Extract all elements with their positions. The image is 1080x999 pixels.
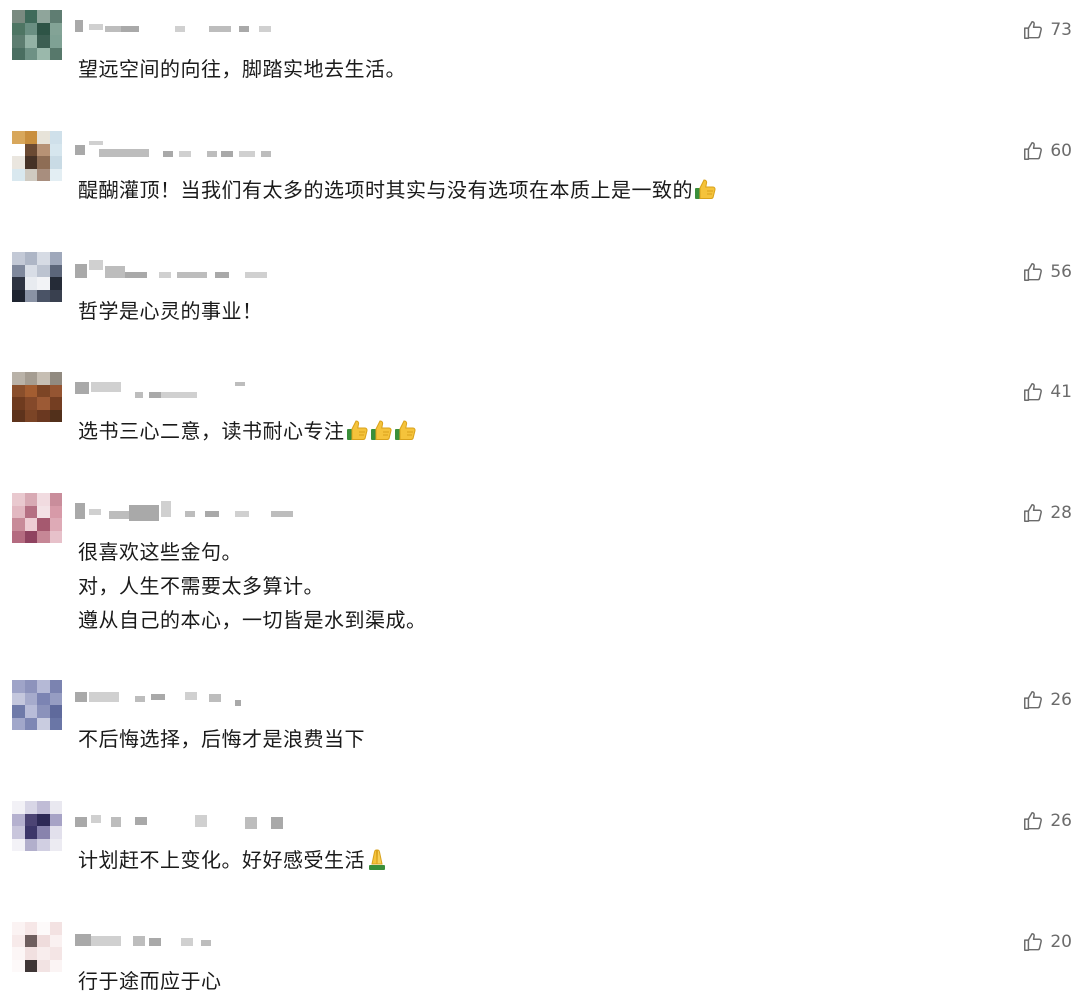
username-blurred[interactable]	[75, 497, 295, 521]
thumbs-up-emoji-icon	[393, 418, 417, 442]
avatar[interactable]	[12, 372, 62, 422]
comment-line: 哲学是心灵的事业！	[78, 299, 263, 323]
comment-text: 望远空间的向往，脚踏实地去生活。	[78, 52, 406, 86]
comment-line: 对，人生不需要太多算计。	[78, 574, 324, 598]
comment-line: 不后悔选择，后悔才是浪费当下	[78, 727, 365, 751]
like-button[interactable]: 56	[1022, 260, 1072, 284]
comment-line: 醍醐灌顶！当我们有太多的选项时其实与没有选项在本质上是一致的	[78, 173, 717, 207]
avatar[interactable]	[12, 252, 62, 302]
comment-line: 望远空间的向往，脚踏实地去生活。	[78, 57, 406, 81]
thumbs-up-emoji-icon	[693, 177, 717, 201]
avatar[interactable]	[12, 131, 62, 181]
thumbs-up-emoji-icon	[369, 418, 393, 442]
like-button[interactable]: 73	[1022, 18, 1072, 42]
avatar[interactable]	[12, 922, 62, 972]
like-count: 28	[1050, 503, 1072, 523]
avatar[interactable]	[12, 10, 62, 60]
like-button[interactable]: 26	[1022, 809, 1072, 833]
comment-line: 很喜欢这些金句。	[78, 540, 242, 564]
comment-line: 遵从自己的本心，一切皆是水到渠成。	[78, 608, 427, 632]
like-count: 20	[1050, 932, 1072, 952]
username-blurred[interactable]	[75, 376, 295, 398]
comment-text: 行于途而应于心	[78, 964, 222, 998]
avatar[interactable]	[12, 801, 62, 851]
like-button[interactable]: 28	[1022, 501, 1072, 525]
thumbs-up-icon[interactable]	[1022, 381, 1044, 403]
comment-text: 不后悔选择，后悔才是浪费当下	[78, 722, 365, 756]
comment-text: 计划赶不上变化。好好感受生活	[78, 843, 389, 877]
like-button[interactable]: 26	[1022, 688, 1072, 712]
thumbs-up-icon[interactable]	[1022, 19, 1044, 41]
thumbs-up-emoji-icon	[345, 418, 369, 442]
like-button[interactable]: 20	[1022, 930, 1072, 954]
comment-text: 选书三心二意，读书耐心专注	[78, 414, 417, 448]
comment-text: 哲学是心灵的事业！	[78, 294, 263, 328]
comment-line: 行于途而应于心	[78, 969, 222, 993]
comment-line: 计划赶不上变化。好好感受生活	[78, 843, 389, 877]
comment-line: 选书三心二意，读书耐心专注	[78, 414, 417, 448]
avatar[interactable]	[12, 493, 62, 543]
thumbs-up-icon[interactable]	[1022, 502, 1044, 524]
like-count: 41	[1050, 382, 1072, 402]
thumbs-up-icon[interactable]	[1022, 931, 1044, 953]
username-blurred[interactable]	[75, 14, 295, 36]
like-count: 26	[1050, 811, 1072, 831]
username-blurred[interactable]	[75, 926, 295, 948]
username-blurred[interactable]	[75, 135, 295, 157]
thumbs-up-icon[interactable]	[1022, 689, 1044, 711]
username-blurred[interactable]	[75, 256, 295, 278]
like-count: 60	[1050, 141, 1072, 161]
comment-text: 很喜欢这些金句。对，人生不需要太多算计。遵从自己的本心，一切皆是水到渠成。	[78, 535, 427, 637]
thumbs-up-icon[interactable]	[1022, 810, 1044, 832]
like-button[interactable]: 60	[1022, 139, 1072, 163]
like-count: 73	[1050, 20, 1072, 40]
avatar[interactable]	[12, 680, 62, 730]
comment-text: 醍醐灌顶！当我们有太多的选项时其实与没有选项在本质上是一致的	[78, 173, 717, 207]
like-count: 56	[1050, 262, 1072, 282]
thumbs-up-icon[interactable]	[1022, 140, 1044, 162]
like-button[interactable]: 41	[1022, 380, 1072, 404]
like-count: 26	[1050, 690, 1072, 710]
username-blurred[interactable]	[75, 684, 295, 706]
thumbs-up-icon[interactable]	[1022, 261, 1044, 283]
username-blurred[interactable]	[75, 805, 295, 829]
folded-hands-emoji-icon	[365, 847, 389, 871]
